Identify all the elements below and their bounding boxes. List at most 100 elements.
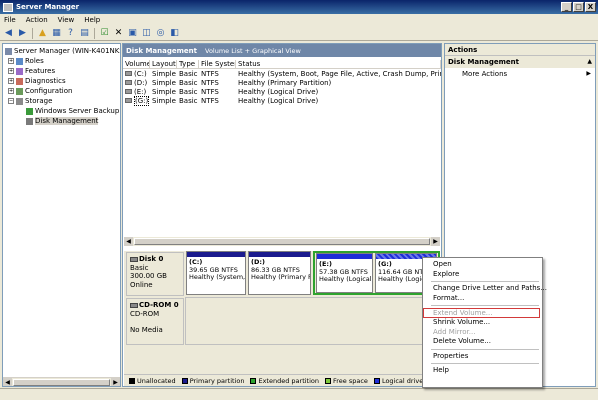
expand-icon[interactable]: +: [8, 68, 14, 74]
partition-c[interactable]: (C:) 39.65 GB NTFS Healthy (System,: [186, 251, 246, 295]
menu-bar: File Action View Help: [0, 14, 598, 26]
scroll-right-icon[interactable]: ▶: [431, 237, 440, 246]
storage-icon: [16, 97, 23, 105]
menu-action[interactable]: Action: [26, 16, 48, 24]
scroll-thumb[interactable]: [13, 379, 110, 386]
settings-icon[interactable]: ◧: [169, 28, 180, 39]
menu-item-explore[interactable]: Explore: [423, 270, 542, 280]
pane-title: Disk Management: [126, 46, 197, 55]
help-icon[interactable]: ?: [65, 28, 76, 39]
column-header-status[interactable]: Status: [236, 60, 441, 68]
close-button[interactable]: X: [585, 2, 596, 12]
menu-item-help[interactable]: Help: [423, 366, 542, 376]
tree-item-diagnostics[interactable]: + Diagnostics: [8, 76, 66, 86]
column-header-layout[interactable]: Layout: [150, 60, 177, 68]
legend-swatch: [250, 377, 257, 384]
graphical-view: Disk 0 Basic 300.00 GB Online (C:) 39.65 …: [124, 251, 440, 376]
cdrom-icon: [130, 302, 138, 308]
column-header-file-system[interactable]: File System: [199, 60, 236, 68]
legend-item: Extended partition: [250, 377, 319, 385]
back-icon[interactable]: ◀: [3, 28, 14, 39]
drive-icon: [125, 89, 132, 94]
partition-e[interactable]: (E:)57.38 GB NTFSHealthy (Logical D: [316, 253, 373, 293]
features-icon: [16, 67, 23, 75]
legend-item: Free space: [325, 377, 368, 385]
menu-item-properties[interactable]: Properties: [423, 352, 542, 362]
disk-icon[interactable]: ◫: [141, 28, 152, 39]
scroll-right-icon[interactable]: ▶: [111, 378, 120, 386]
cdrom-0-label[interactable]: CD-ROM 0 CD-ROM No Media: [126, 298, 184, 345]
tree-item-disk-management[interactable]: Disk Management: [26, 116, 99, 126]
disk-0-label[interactable]: Disk 0 Basic 300.00 GB Online: [126, 252, 184, 296]
tree-item-configuration[interactable]: + Configuration: [8, 86, 72, 96]
delete-icon[interactable]: ✕: [113, 28, 124, 39]
up-folder-icon[interactable]: ▲: [37, 28, 48, 39]
drive-icon: [125, 80, 132, 85]
table-row[interactable]: (C:) Simple Basic NTFS Healthy (System, …: [123, 69, 441, 78]
scroll-left-icon[interactable]: ◀: [124, 237, 133, 246]
disk-icon: [130, 256, 138, 262]
volume-list-header: Volume Layout Type File System Status: [123, 60, 441, 69]
collapse-up-icon[interactable]: ▲: [587, 56, 592, 68]
tree-item-server-manager[interactable]: Server Manager (WIN-K401NKSZCM: [5, 46, 120, 56]
volume-list: Volume Layout Type File System Status (C…: [123, 60, 441, 106]
server-manager-icon: [3, 2, 13, 12]
context-menu: Open Explore Change Drive Letter and Pat…: [422, 257, 547, 388]
legend-item: Unallocated: [129, 377, 176, 385]
tree-horizontal-scrollbar[interactable]: ◀ ▶: [3, 377, 120, 386]
toolbar: ◀ ▶ ▲ ▦ ? ▤ ☑ ✕ ▣ ◫ ◎ ◧: [0, 26, 598, 41]
tree-item-roles[interactable]: + Roles: [8, 56, 44, 66]
navigation-tree: Server Manager (WIN-K401NKSZCM + Roles +…: [2, 43, 121, 387]
scroll-left-icon[interactable]: ◀: [3, 378, 12, 386]
backup-icon: [26, 107, 33, 115]
legend-swatch: [181, 377, 188, 384]
disk-management-icon: [26, 117, 33, 125]
menu-item-add-mirror[interactable]: Add Mirror...: [423, 328, 542, 338]
partition-d[interactable]: (D:) 86.33 GB NTFS Healthy (Primary Pa: [248, 251, 311, 295]
legend-item: Logical drive: [373, 377, 423, 385]
menu-item-open[interactable]: Open: [423, 260, 542, 270]
pane-header: Disk Management Volume List + Graphical …: [123, 44, 441, 57]
menu-separator: [431, 348, 539, 350]
tree-item-features[interactable]: + Features: [8, 66, 55, 76]
column-header-volume[interactable]: Volume: [123, 60, 150, 68]
menu-item-format[interactable]: Format...: [423, 294, 542, 304]
title-bar: Server Manager _ □ X: [0, 0, 598, 14]
tree-item-windows-server-backup[interactable]: Windows Server Backup: [26, 106, 119, 116]
tree-item-storage[interactable]: − Storage: [8, 96, 52, 106]
menu-separator: [431, 281, 539, 283]
menu-file[interactable]: File: [4, 16, 16, 24]
pane-subtitle: Volume List + Graphical View: [205, 46, 301, 55]
menu-item-delete-volume[interactable]: Delete Volume...: [423, 337, 542, 347]
properties-icon[interactable]: ▣: [127, 28, 138, 39]
maximize-button[interactable]: □: [573, 2, 584, 12]
view-icon[interactable]: ▤: [79, 28, 90, 39]
search-icon[interactable]: ◎: [155, 28, 166, 39]
configuration-icon: [16, 87, 23, 95]
volume-list-horizontal-scrollbar[interactable]: ◀ ▶: [124, 237, 440, 246]
minimize-button[interactable]: _: [561, 2, 572, 12]
menu-view[interactable]: View: [58, 16, 75, 24]
table-row[interactable]: (E:) Simple Basic NTFS Healthy (Logical …: [123, 87, 441, 96]
drive-icon: [125, 71, 132, 76]
roles-icon: [16, 57, 23, 65]
expand-icon[interactable]: +: [8, 58, 14, 64]
menu-item-shrink-volume[interactable]: Shrink Volume...: [423, 318, 542, 328]
check-icon[interactable]: ☑: [99, 28, 110, 39]
show-hide-tree-icon[interactable]: ▦: [51, 28, 62, 39]
actions-section-disk-management[interactable]: Disk Management ▲: [445, 56, 595, 68]
collapse-icon[interactable]: −: [8, 98, 14, 104]
cdrom-0-area[interactable]: [185, 297, 440, 345]
menu-item-change-drive-letter[interactable]: Change Drive Letter and Paths...: [423, 284, 547, 294]
expand-icon[interactable]: +: [8, 88, 14, 94]
table-row[interactable]: (G:) Simple Basic NTFS Healthy (Logical …: [123, 95, 441, 106]
forward-icon[interactable]: ▶: [17, 28, 28, 39]
menu-help[interactable]: Help: [84, 16, 100, 24]
more-actions-item[interactable]: More Actions ▶: [445, 68, 595, 80]
table-row[interactable]: (D:) Simple Basic NTFS Healthy (Primary …: [123, 78, 441, 87]
expand-icon[interactable]: +: [8, 78, 14, 84]
column-header-type[interactable]: Type: [177, 60, 199, 68]
scroll-thumb[interactable]: [134, 238, 430, 245]
status-bar: [0, 388, 598, 400]
menu-item-extend-volume[interactable]: Extend Volume...: [423, 308, 540, 318]
